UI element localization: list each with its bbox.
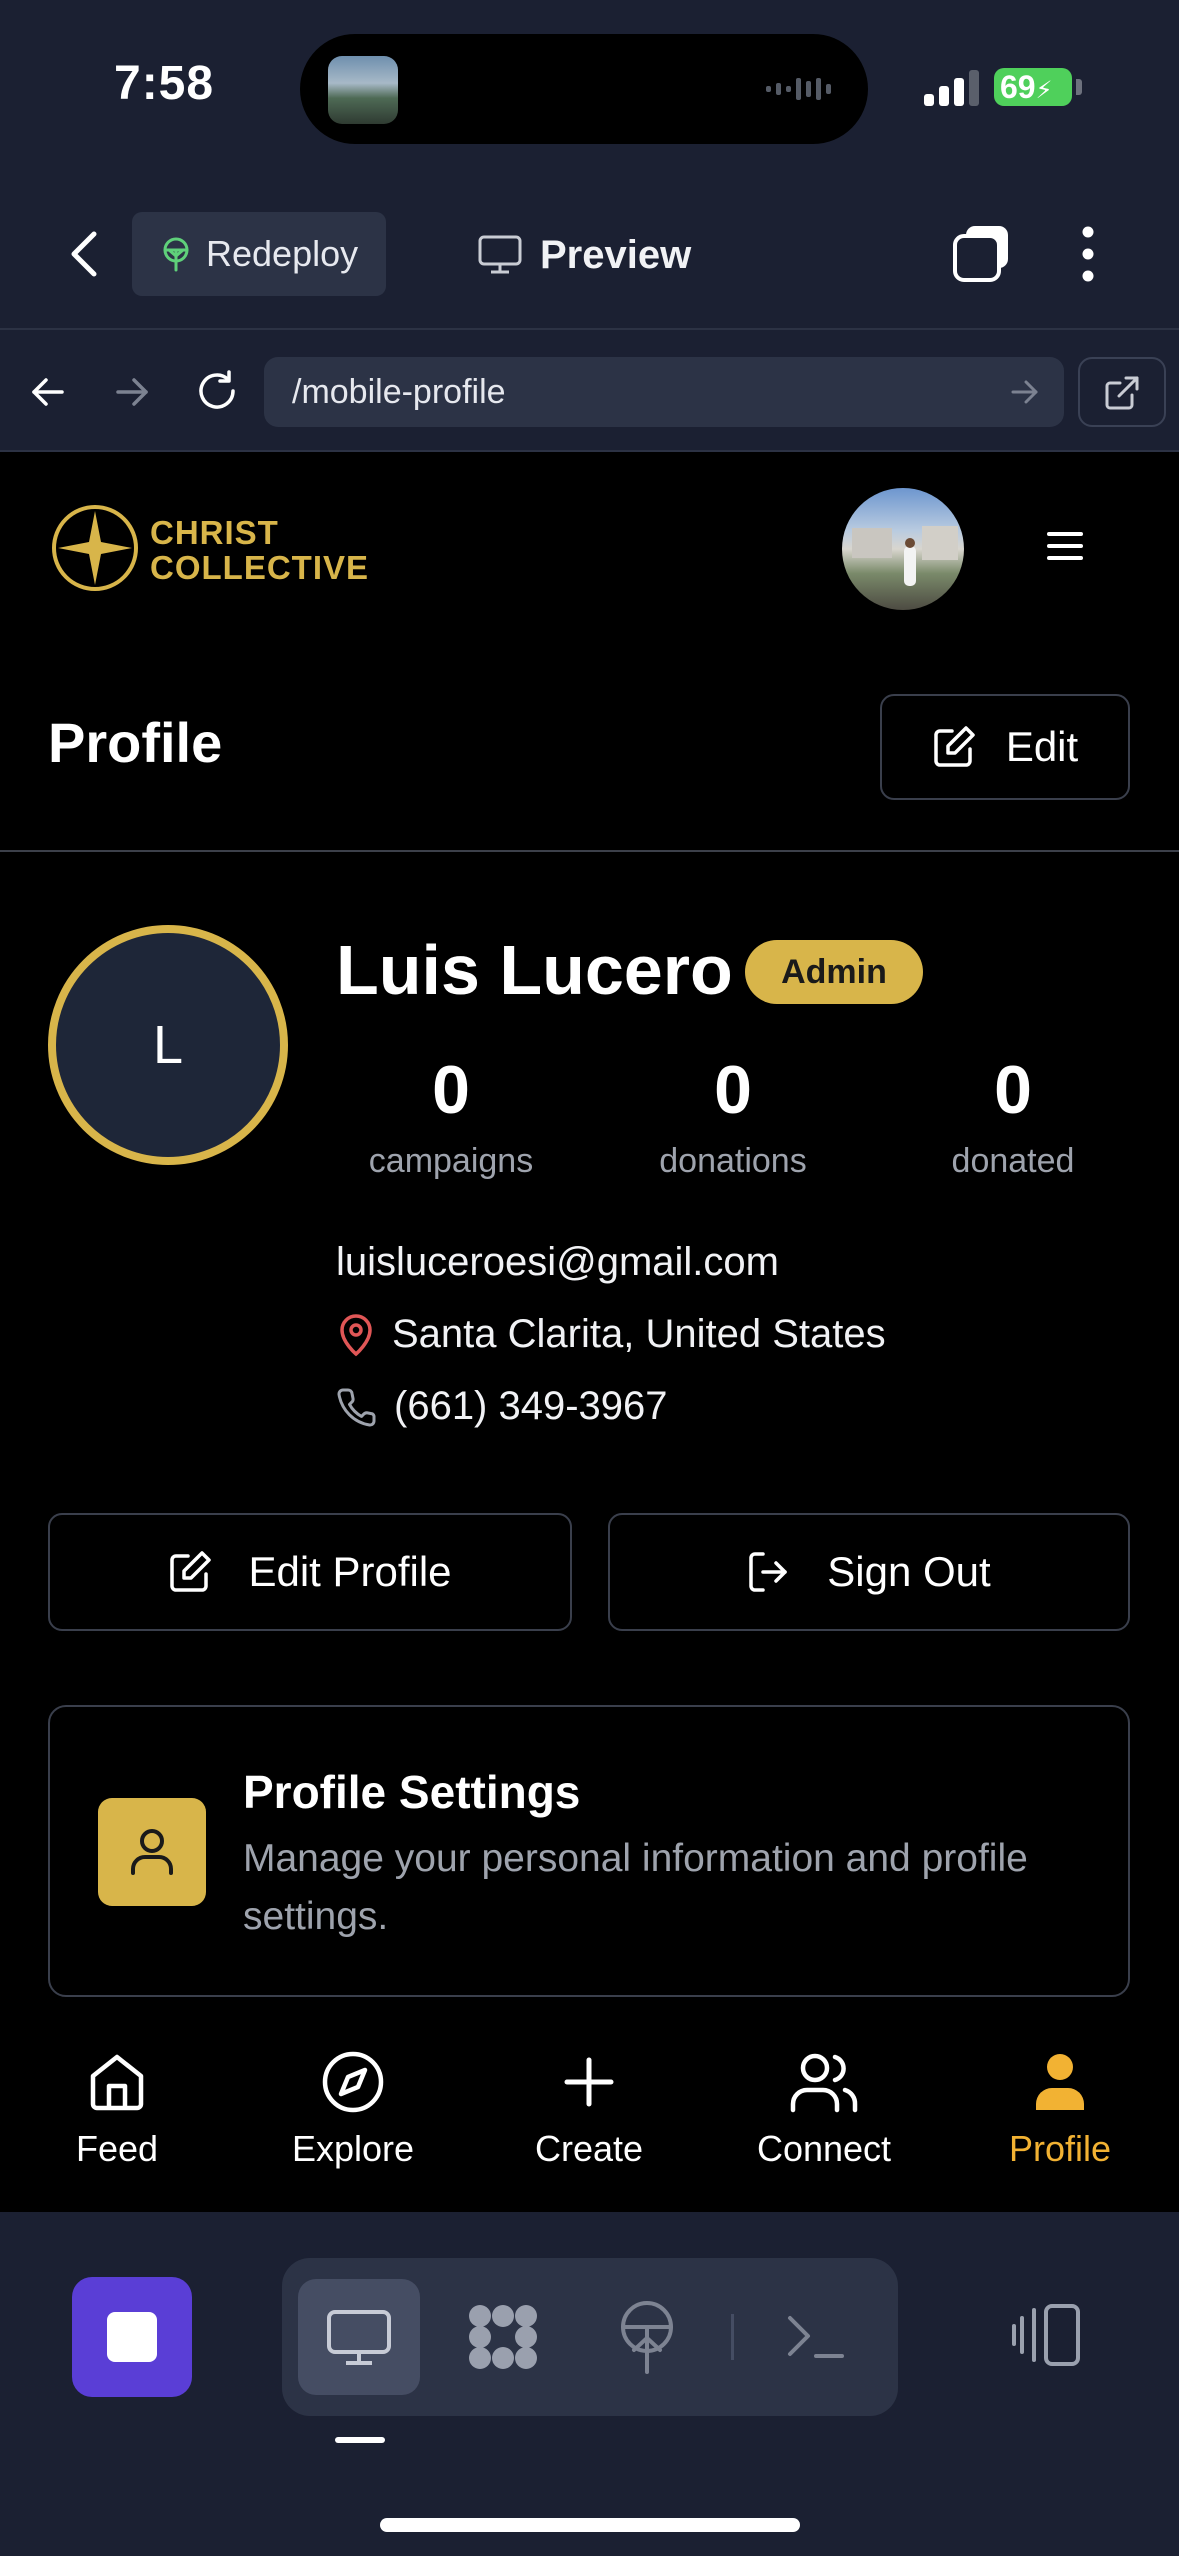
browser-back-icon[interactable]	[28, 372, 68, 412]
external-link-icon	[1105, 376, 1139, 410]
tabs-switcher-icon[interactable]	[952, 224, 1012, 284]
logo-line-1: CHRIST	[150, 514, 279, 551]
browser-forward-icon[interactable]	[112, 372, 152, 412]
battery-indicator: 69⚡	[994, 68, 1072, 106]
settings-card-description: Manage your personal information and pro…	[243, 1837, 1028, 1938]
location-text: Santa Clarita, United States	[392, 1312, 886, 1356]
edit-label: Edit	[1005, 723, 1079, 770]
stat-value: 0	[994, 1052, 1032, 1128]
stat-label: campaigns	[368, 1142, 534, 1180]
redeploy-label: Redeploy	[206, 233, 359, 274]
stat-label: donations	[659, 1142, 807, 1180]
panel-layout-icon[interactable]	[1010, 2300, 1082, 2370]
active-view-indicator	[335, 2437, 385, 2443]
preview-label: Preview	[540, 232, 692, 277]
user-avatar[interactable]	[842, 488, 964, 610]
terminal-icon[interactable]	[786, 2310, 846, 2364]
user-outline-icon	[131, 1829, 173, 1875]
home-indicator[interactable]	[380, 2518, 800, 2532]
home-icon	[90, 2054, 144, 2111]
now-playing-thumbnail	[328, 56, 398, 124]
stop-button[interactable]	[72, 2277, 192, 2397]
sign-out-icon	[749, 1552, 788, 1592]
hamburger-menu-icon[interactable]	[1046, 530, 1084, 562]
map-pin-icon	[340, 1313, 372, 1356]
role-badge: Admin	[745, 940, 923, 1004]
profile-email: luisluceroesi@gmail.com	[336, 1240, 779, 1284]
edit-profile-label: Edit Profile	[248, 1548, 452, 1595]
signal-icon	[924, 70, 979, 106]
url-input[interactable]: /mobile-profile	[264, 357, 1064, 427]
battery-cap	[1076, 79, 1082, 95]
preview-tab[interactable]: Preview	[478, 222, 691, 288]
more-vertical-icon[interactable]	[1078, 224, 1098, 284]
stat-value: 0	[432, 1052, 470, 1128]
edit-pencil-icon	[934, 726, 975, 767]
header-divider	[0, 850, 1179, 852]
tab-explore[interactable]: Explore	[243, 2050, 463, 2170]
stat-label: donated	[951, 1142, 1075, 1180]
compass-icon	[322, 2051, 384, 2113]
tab-connect[interactable]: Connect	[714, 2050, 934, 2170]
user-icon	[1036, 2054, 1084, 2110]
site-logo-text[interactable]: CHRIST COLLECTIVE	[150, 515, 369, 585]
tab-label: Create	[534, 2128, 644, 2169]
back-chevron-icon[interactable]	[66, 228, 102, 280]
plus-icon	[564, 2057, 614, 2107]
profile-phone: (661) 349-3967	[336, 1384, 668, 1429]
go-arrow-icon[interactable]	[1010, 378, 1040, 406]
phone-text: (661) 349-3967	[394, 1384, 668, 1428]
dynamic-island[interactable]	[300, 34, 868, 144]
redeploy-button[interactable]: Redeploy	[132, 212, 386, 296]
deploy-tree-icon[interactable]	[614, 2300, 680, 2374]
tab-profile[interactable]: Profile	[950, 2050, 1170, 2170]
profile-avatar: L	[48, 925, 288, 1165]
stat-value: 0	[714, 1052, 752, 1128]
deploy-tree-icon	[163, 237, 189, 272]
star-logo-icon[interactable]	[50, 503, 140, 593]
profile-location: Santa Clarita, United States	[336, 1312, 886, 1357]
settings-user-icon-tile	[98, 1798, 206, 1906]
edit-pencil-icon	[170, 1551, 212, 1592]
profile-name: Luis Lucero	[336, 931, 733, 1009]
sign-out-label: Sign Out	[827, 1548, 991, 1595]
stat-campaigns: 0 campaigns	[321, 1050, 581, 1181]
sign-out-button[interactable]: Sign Out	[608, 1513, 1130, 1631]
agent-grid-icon[interactable]	[466, 2302, 540, 2372]
stat-donations: 0 donations	[603, 1050, 863, 1181]
page-title: Profile	[48, 711, 223, 774]
edit-profile-button[interactable]: Edit Profile	[48, 1513, 572, 1631]
tab-label: Profile	[1008, 2128, 1112, 2169]
tab-feed[interactable]: Feed	[7, 2050, 227, 2170]
reload-icon[interactable]	[194, 368, 240, 414]
stop-square-icon	[107, 2312, 157, 2362]
avatar-initial: L	[152, 1015, 184, 1075]
edit-button[interactable]: Edit	[880, 694, 1130, 800]
logo-line-2: COLLECTIVE	[150, 549, 370, 586]
switcher-separator	[731, 2314, 734, 2360]
tab-label: Explore	[291, 2128, 415, 2169]
monitor-icon	[478, 235, 522, 274]
audio-wave-icon	[766, 78, 831, 100]
stat-donated: 0 donated	[883, 1050, 1143, 1181]
phone-icon	[337, 1387, 376, 1426]
status-time: 7:58	[114, 57, 215, 110]
settings-card-title: Profile Settings	[243, 1766, 581, 1818]
tab-create[interactable]: Create	[479, 2050, 699, 2170]
tab-label: Connect	[756, 2128, 892, 2169]
view-preview-button[interactable]	[298, 2279, 420, 2395]
tab-label: Feed	[75, 2128, 159, 2169]
users-icon	[790, 2053, 858, 2113]
open-external-button[interactable]	[1078, 357, 1166, 427]
monitor-icon	[327, 2310, 391, 2365]
